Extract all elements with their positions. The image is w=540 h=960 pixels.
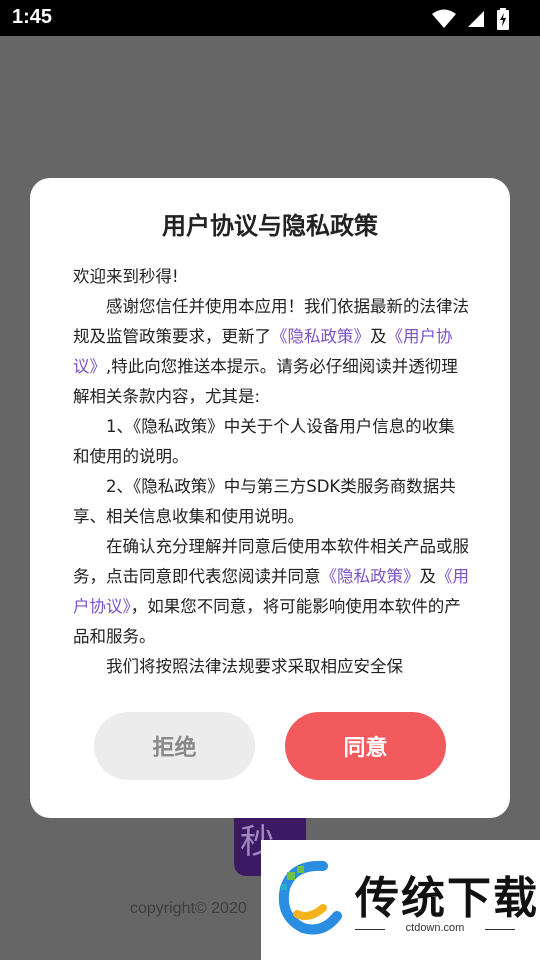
watermark-url: ctdown.com: [405, 922, 465, 934]
consent-paragraph: 在确认充分理解并同意后使用本软件相关产品或服务，点击同意即代表您阅读并同意《隐私…: [73, 537, 469, 646]
reject-button[interactable]: 拒绝: [94, 712, 255, 780]
ctdown-logo-icon: [273, 858, 345, 942]
greeting-text: 欢迎来到秒得!: [73, 267, 179, 286]
copyright-text: copyright© 2020: [130, 900, 247, 917]
privacy-policy-link[interactable]: 《隐私政策》: [271, 327, 370, 346]
status-bar: 1:45: [0, 0, 540, 36]
signal-icon: [466, 9, 486, 29]
privacy-dialog: 用户协议与隐私政策 欢迎来到秒得! 感谢您信任并使用本应用！我们依据最新的法律法…: [30, 178, 510, 818]
security-paragraph: 我们将按照法律法规要求采取相应安全保: [106, 657, 403, 676]
agree-button[interactable]: 同意: [285, 712, 446, 780]
item-2: 2、《隐私政策》中与第三方SDK类服务商数据共享、相关信息收集和使用说明。: [73, 477, 456, 526]
dialog-body: 欢迎来到秒得! 感谢您信任并使用本应用！我们依据最新的法律法规及监管政策要求，更…: [73, 262, 470, 682]
intro-paragraph: 感谢您信任并使用本应用！我们依据最新的法律法规及监管政策要求，更新了《隐私政策》…: [73, 297, 469, 406]
wifi-icon: [432, 9, 456, 29]
watermark-rule-right: [485, 929, 515, 930]
watermark: 传统下载 ctdown.com: [261, 840, 540, 960]
dialog-title: 用户协议与隐私政策: [162, 212, 378, 240]
watermark-brand: 传统下载: [355, 873, 539, 924]
privacy-policy-link-2[interactable]: 《隐私政策》: [321, 567, 420, 586]
item-1: 1、《隐私政策》中关于个人设备用户信息的收集和使用的说明。: [73, 417, 455, 466]
battery-charging-icon: [496, 8, 510, 30]
status-time: 1:45: [12, 6, 53, 28]
